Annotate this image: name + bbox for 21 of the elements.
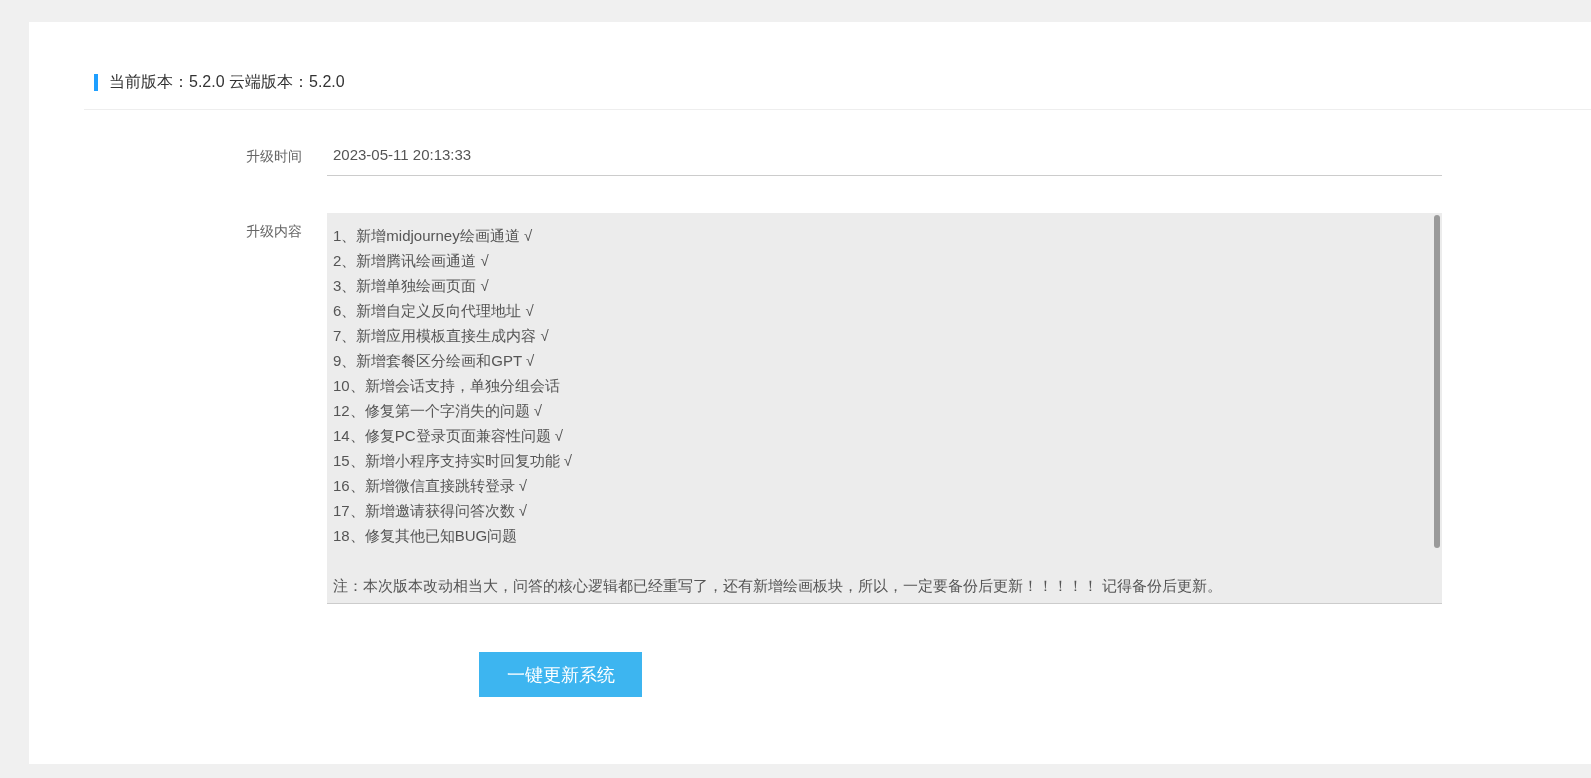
accent-bar [94,74,98,91]
upgrade-time-field[interactable]: 2023-05-11 20:13:33 [327,138,1442,176]
field-label: 升级时间 [245,147,303,166]
version-title: 当前版本：5.2.0 云端版本：5.2.0 [109,72,345,92]
content-line: 15、新增小程序支持实时回复功能 √ [333,451,574,471]
content-line: 6、新增自定义反向代理地址 √ [333,301,535,321]
content-line: 3、新增单独绘画页面 √ [333,276,490,296]
upgrade-content-textarea[interactable] [327,213,1442,604]
content-line: 16、新增微信直接跳转登录 √ [333,476,529,496]
note-text: 注：本次版本改动相当大，问答的核心逻辑都已经重写了，还有新增绘画板块，所以，一定要备份后更新！！！！！ 记得备份后更新。 [333,576,1224,596]
content-line: 17、新增邀请获得问答次数 √ [333,501,529,521]
field-label: 升级内容 [245,222,303,241]
content-line: 12、修复第一个字消失的问题 √ [333,401,544,421]
content-line: 14、修复PC登录页面兼容性问题 √ [333,426,564,446]
content-line: 7、新增应用模板直接生成内容 √ [333,326,550,346]
scrollbar-thumb[interactable] [1434,215,1440,548]
content-line: 18、修复其他已知BUG问题 [333,526,519,546]
content-line: 9、新增套餐区分绘画和GPT √ [333,351,536,371]
content-line: 10、新增会话支持，单独分组会话 [333,376,561,396]
content-line: 1、新增midjourney绘画通道 √ [333,226,534,246]
content-line: 2、新增腾讯绘画通道 √ [333,251,490,271]
